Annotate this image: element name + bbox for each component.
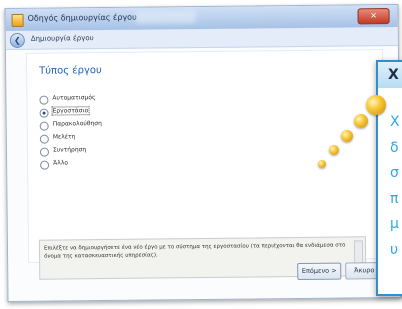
radio-label: Άλλο — [53, 159, 69, 167]
wizard-window: Οδηγός δημιουργίας έργου ✕ ❮ Δημιουργία … — [4, 3, 402, 303]
callout-text: Χ δ σ π μ υ — [390, 110, 400, 263]
radio-label: Συντήρηση — [52, 146, 87, 154]
callout-title: Χ — [388, 67, 399, 83]
radio-button[interactable] — [40, 160, 50, 170]
description-text: Επιλέξτε να δημιουργήσετε ένα νέο έργο μ… — [43, 242, 346, 260]
back-arrow-icon[interactable]: ❮ — [9, 32, 25, 49]
wizard-nav-bar: ❮ Δημιουργία έργου — [5, 26, 398, 51]
callout-line: μ — [390, 216, 399, 232]
next-button[interactable]: Επόμενο > — [297, 262, 342, 281]
zoom-bubble — [341, 130, 353, 142]
radio-button[interactable] — [39, 95, 49, 105]
zoom-bubble-large — [366, 95, 386, 115]
wizard-app-icon — [11, 13, 24, 27]
callout-line: δ — [390, 139, 399, 156]
zoom-bubble — [318, 160, 326, 168]
window-title: Οδηγός δημιουργίας έργου — [27, 12, 137, 23]
callout-line: σ — [390, 165, 399, 181]
project-type-radio-group: Αυτοματισμός Εργοστάσιο Παρακολούθηση Με… — [39, 94, 102, 172]
radio-label: Αυτοματισμός — [52, 94, 96, 102]
radio-label: Παρακολούθηση — [52, 120, 102, 128]
close-icon[interactable]: ✕ — [357, 8, 390, 25]
radio-button[interactable] — [39, 147, 50, 157]
wizard-content-panel: Τύπος έργου Αυτοματισμός Εργοστάσιο Παρα… — [25, 49, 386, 280]
callout-line: υ — [390, 241, 399, 258]
wizard-nav-title: Δημιουργία έργου — [30, 34, 94, 43]
zoom-bubble — [329, 145, 339, 155]
radio-button-checked[interactable] — [39, 108, 49, 118]
radio-button[interactable] — [39, 121, 49, 131]
callout-line: π — [390, 190, 399, 207]
callout-header: Χ — [378, 62, 402, 88]
title-bar-glare — [135, 11, 196, 24]
radio-button[interactable] — [39, 134, 49, 144]
page-title: Τύπος έργου — [39, 65, 102, 77]
radio-label: Εργοστάσιο — [51, 106, 90, 116]
callout-line: Χ — [390, 114, 400, 130]
zoom-bubble — [354, 114, 368, 128]
radio-label: Μελέτη — [52, 133, 76, 141]
screenshot-scene: Οδηγός δημιουργίας έργου ✕ ❮ Δημιουργία … — [0, 0, 402, 309]
